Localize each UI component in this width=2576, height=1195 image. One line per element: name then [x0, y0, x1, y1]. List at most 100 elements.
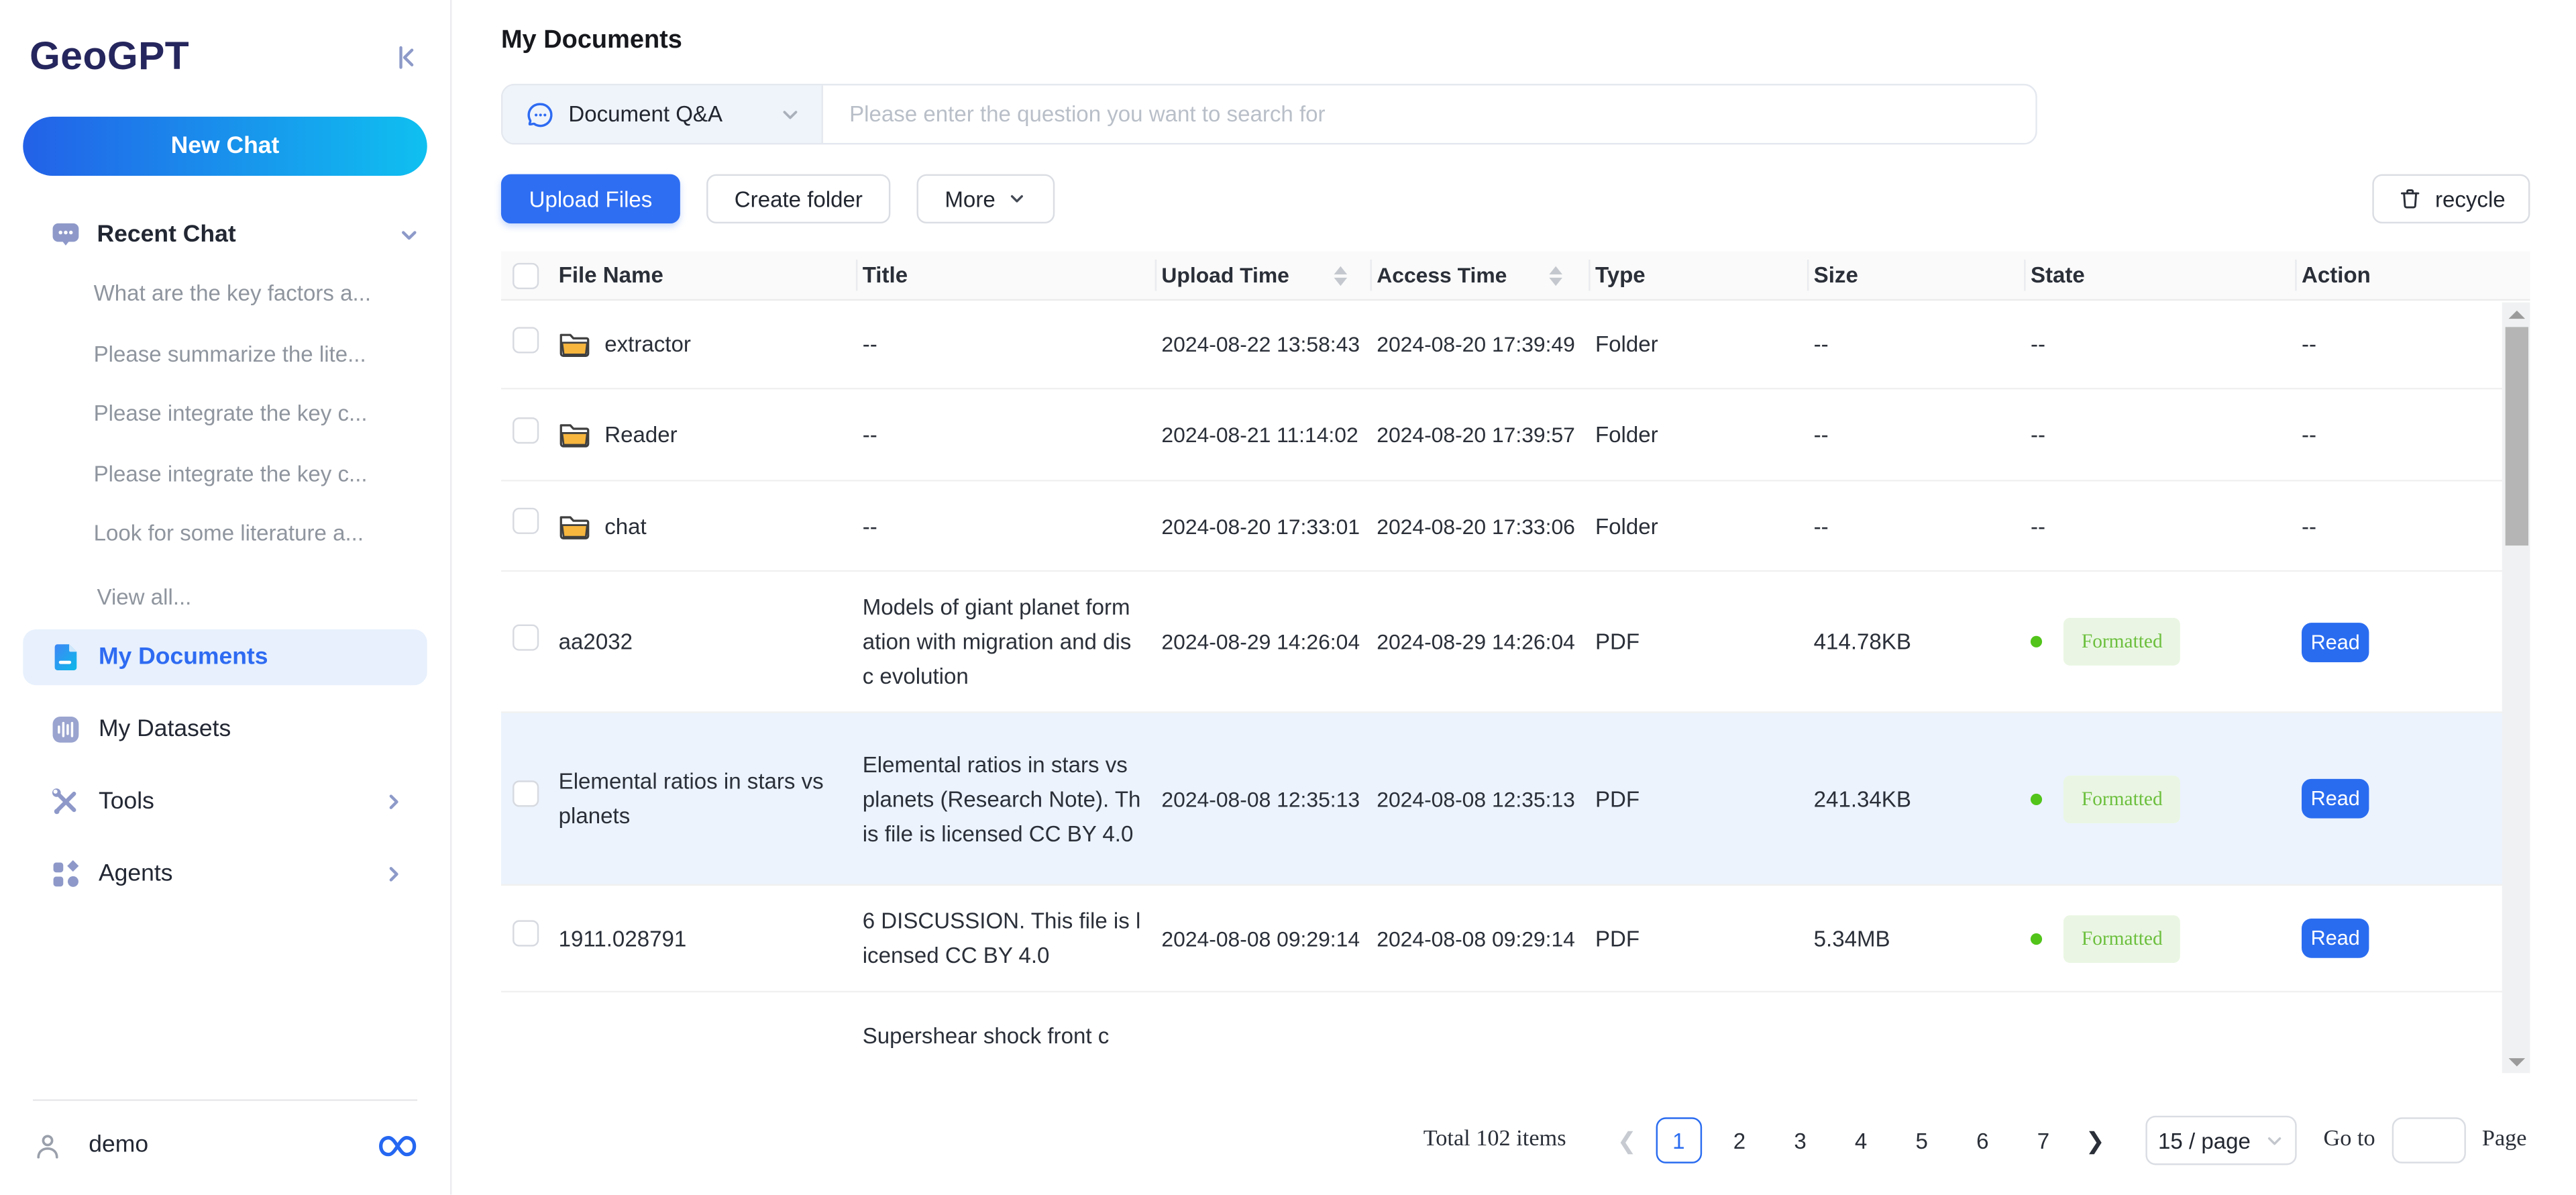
table-row[interactable]: extractor -- 2024-08-22 13:58:43 2024-08…	[501, 301, 2530, 389]
table-row[interactable]: Supershear shock front c	[501, 992, 2530, 1073]
page-size-select[interactable]: 15 / page	[2146, 1116, 2297, 1165]
documents-table: File Name Title Upload Time Access Time …	[501, 252, 2530, 1073]
file-state: --	[2024, 327, 2295, 361]
user-profile[interactable]: demo	[23, 1123, 427, 1169]
column-size: Size	[1807, 252, 2024, 299]
sidebar-item-tools[interactable]: Tools	[23, 773, 427, 829]
search-mode-select[interactable]: Document Q&A	[502, 85, 823, 143]
access-time: 2024-08-20 17:39:49	[1370, 327, 1589, 361]
chat-bubble-icon	[49, 219, 82, 252]
recent-chat-list: What are the key factors a... Please sum…	[23, 278, 427, 578]
row-checkbox[interactable]	[513, 623, 539, 650]
user-name: demo	[89, 1133, 148, 1159]
upload-time: 2024-08-21 11:14:02	[1155, 417, 1371, 452]
chevron-down-icon[interactable]	[398, 223, 421, 246]
column-action: Action	[2295, 252, 2496, 299]
page-number-3[interactable]: 3	[1777, 1117, 1823, 1163]
recent-chat-header[interactable]: Recent Chat	[23, 215, 427, 255]
sidebar-divider	[33, 1100, 417, 1101]
file-name: Reader	[604, 417, 677, 452]
row-checkbox[interactable]	[513, 326, 539, 352]
column-upload-time[interactable]: Upload Time	[1155, 252, 1371, 299]
access-time: 2024-08-20 17:33:06	[1370, 509, 1589, 543]
table-scrollbar[interactable]	[2502, 303, 2530, 1074]
scrollbar-thumb[interactable]	[2504, 327, 2527, 545]
row-checkbox[interactable]	[513, 417, 539, 443]
file-name: aa2032	[559, 625, 633, 659]
column-label: Access Time	[1377, 258, 1507, 292]
column-type: Type	[1589, 252, 1807, 299]
page-size-label: 15 / page	[2158, 1128, 2251, 1153]
sidebar-item-label: My Documents	[99, 643, 268, 670]
row-action: --	[2295, 417, 2496, 452]
table-row[interactable]: aa2032 Models of giant planet formation …	[501, 572, 2530, 713]
recent-chat-item[interactable]: Look for some literature a...	[23, 517, 427, 550]
file-title: Models of giant planet formation with mi…	[856, 590, 1155, 693]
file-name: Elemental ratios in stars vs planets	[559, 764, 840, 833]
status-badge: Formatted	[2063, 775, 2181, 823]
table-row[interactable]: Reader -- 2024-08-21 11:14:02 2024-08-20…	[501, 389, 2530, 481]
sidebar-item-agents[interactable]: Agents	[23, 845, 427, 901]
pagination: Total 102 items ❮︎ 1 2 3 4 5 6 7 ❯︎ 15 /…	[501, 1116, 2530, 1165]
file-type: PDF	[1589, 625, 1807, 659]
sidebar-item-my-datasets[interactable]: My Datasets	[23, 700, 427, 756]
row-checkbox[interactable]	[513, 780, 539, 807]
page-number-4[interactable]: 4	[1838, 1117, 1884, 1163]
collapse-sidebar-icon[interactable]	[391, 43, 421, 72]
recycle-button[interactable]: recycle	[2373, 174, 2530, 223]
column-access-time[interactable]: Access Time	[1370, 252, 1589, 299]
file-name: 1911.028791	[559, 921, 687, 955]
column-label: Upload Time	[1161, 258, 1289, 292]
scroll-up-arrow-icon[interactable]	[2502, 303, 2530, 325]
goto-label: Go to	[2324, 1127, 2375, 1153]
table-row[interactable]: Elemental ratios in stars vs planets Ele…	[501, 713, 2530, 886]
view-all-link[interactable]: View all...	[23, 584, 427, 609]
brand-logo-icon	[378, 1133, 417, 1158]
app-logo: GeoGPT	[30, 34, 189, 81]
read-button[interactable]: Read	[2302, 919, 2369, 958]
scroll-down-arrow-icon[interactable]	[2502, 1050, 2530, 1073]
file-title: --	[856, 509, 1155, 543]
page-number-1[interactable]: 1	[1656, 1117, 1702, 1163]
column-file-name: File Name	[552, 252, 856, 299]
more-button[interactable]: More	[917, 174, 1055, 223]
sidebar-item-label: Agents	[99, 860, 173, 886]
sort-icons[interactable]	[1334, 266, 1348, 285]
page-number-7[interactable]: 7	[2021, 1117, 2067, 1163]
goto-page-input[interactable]	[2392, 1117, 2465, 1163]
new-chat-button[interactable]: New Chat	[23, 117, 427, 176]
upload-time: 2024-08-08 09:29:14	[1155, 921, 1371, 955]
row-checkbox[interactable]	[513, 920, 539, 946]
folder-icon	[559, 330, 590, 358]
read-button[interactable]: Read	[2302, 779, 2369, 819]
next-page-arrow[interactable]: ❯︎	[2074, 1117, 2116, 1163]
search-mode-label: Document Q&A	[568, 102, 722, 127]
prev-page-arrow[interactable]: ❮︎	[1605, 1117, 1648, 1163]
sort-icons[interactable]	[1549, 266, 1562, 285]
tools-icon	[49, 784, 82, 817]
page-number-6[interactable]: 6	[1960, 1117, 2006, 1163]
page-number-2[interactable]: 2	[1717, 1117, 1763, 1163]
recent-chat-item[interactable]: Please summarize the lite...	[23, 337, 427, 370]
file-size: 5.34MB	[1807, 921, 2024, 955]
trash-icon	[2398, 186, 2424, 212]
select-all-checkbox[interactable]	[513, 262, 539, 289]
sidebar-item-my-documents[interactable]: My Documents	[23, 629, 427, 684]
table-row[interactable]: 1911.028791 6 DISCUSSION. This file is l…	[501, 886, 2530, 992]
table-row[interactable]: chat -- 2024-08-20 17:33:01 2024-08-20 1…	[501, 482, 2530, 572]
row-checkbox[interactable]	[513, 508, 539, 534]
search-input[interactable]	[823, 85, 2035, 143]
file-type: Folder	[1589, 327, 1807, 361]
create-folder-button[interactable]: Create folder	[706, 174, 890, 223]
column-title: Title	[856, 252, 1155, 299]
file-type: Folder	[1589, 417, 1807, 452]
read-button[interactable]: Read	[2302, 622, 2369, 662]
recent-chat-item[interactable]: Please integrate the key c...	[23, 398, 427, 431]
recent-chat-item[interactable]: What are the key factors a...	[23, 278, 427, 311]
status-badge: Formatted	[2063, 915, 2181, 962]
column-state: State	[2024, 252, 2295, 299]
upload-files-button[interactable]: Upload Files	[501, 174, 680, 223]
page-number-5[interactable]: 5	[1898, 1117, 1945, 1163]
upload-time: 2024-08-20 17:33:01	[1155, 509, 1371, 543]
recent-chat-item[interactable]: Please integrate the key c...	[23, 458, 427, 490]
